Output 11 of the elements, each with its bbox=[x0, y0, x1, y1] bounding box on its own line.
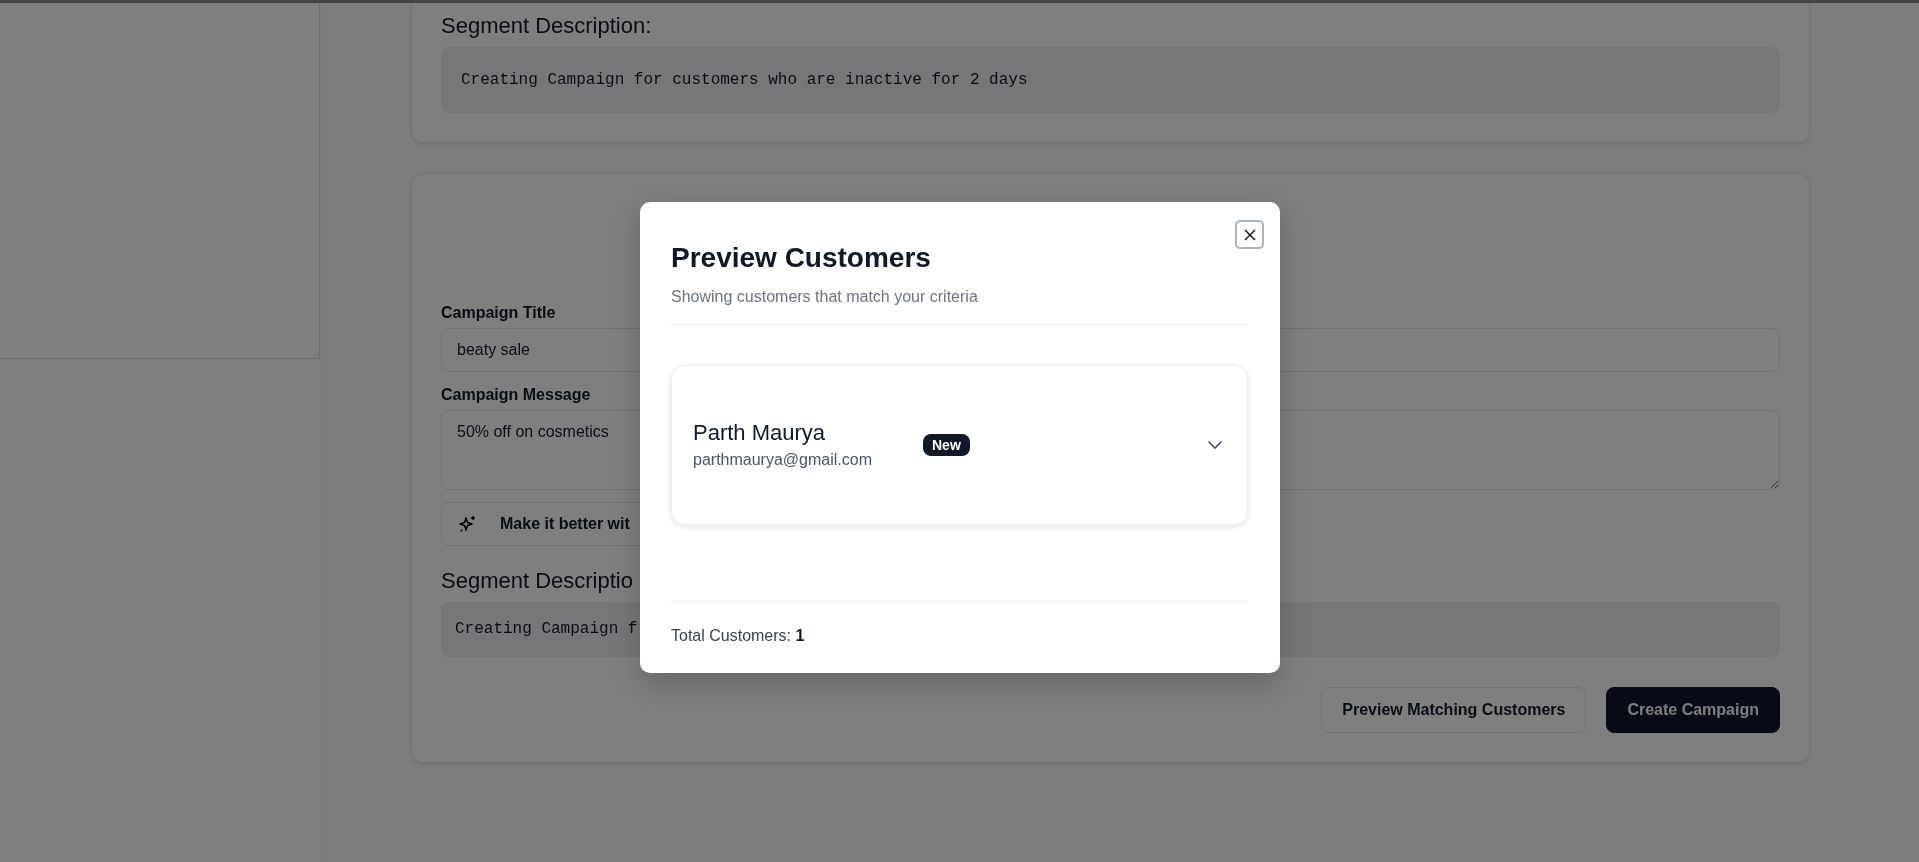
section-heading: Segment Description: bbox=[441, 12, 653, 40]
dialog-subtitle: Showing customers that match your criteria bbox=[671, 287, 979, 307]
status-badge: New bbox=[923, 434, 970, 456]
customer-name: Parth Maurya bbox=[693, 419, 827, 447]
field-label: Campaign Title bbox=[441, 303, 557, 323]
segment-description: Creating Campaign for customers who are inactive for 2 days bbox=[441, 47, 1780, 113]
total-customers: Total Customers: 1 bbox=[671, 627, 806, 645]
customer-email: parthmaurya@gmail.com bbox=[693, 450, 873, 470]
dialog-title: Preview Customers bbox=[671, 241, 932, 275]
section-heading: Segment Descriptio bbox=[441, 567, 634, 595]
field-label: Campaign Message bbox=[441, 385, 592, 405]
